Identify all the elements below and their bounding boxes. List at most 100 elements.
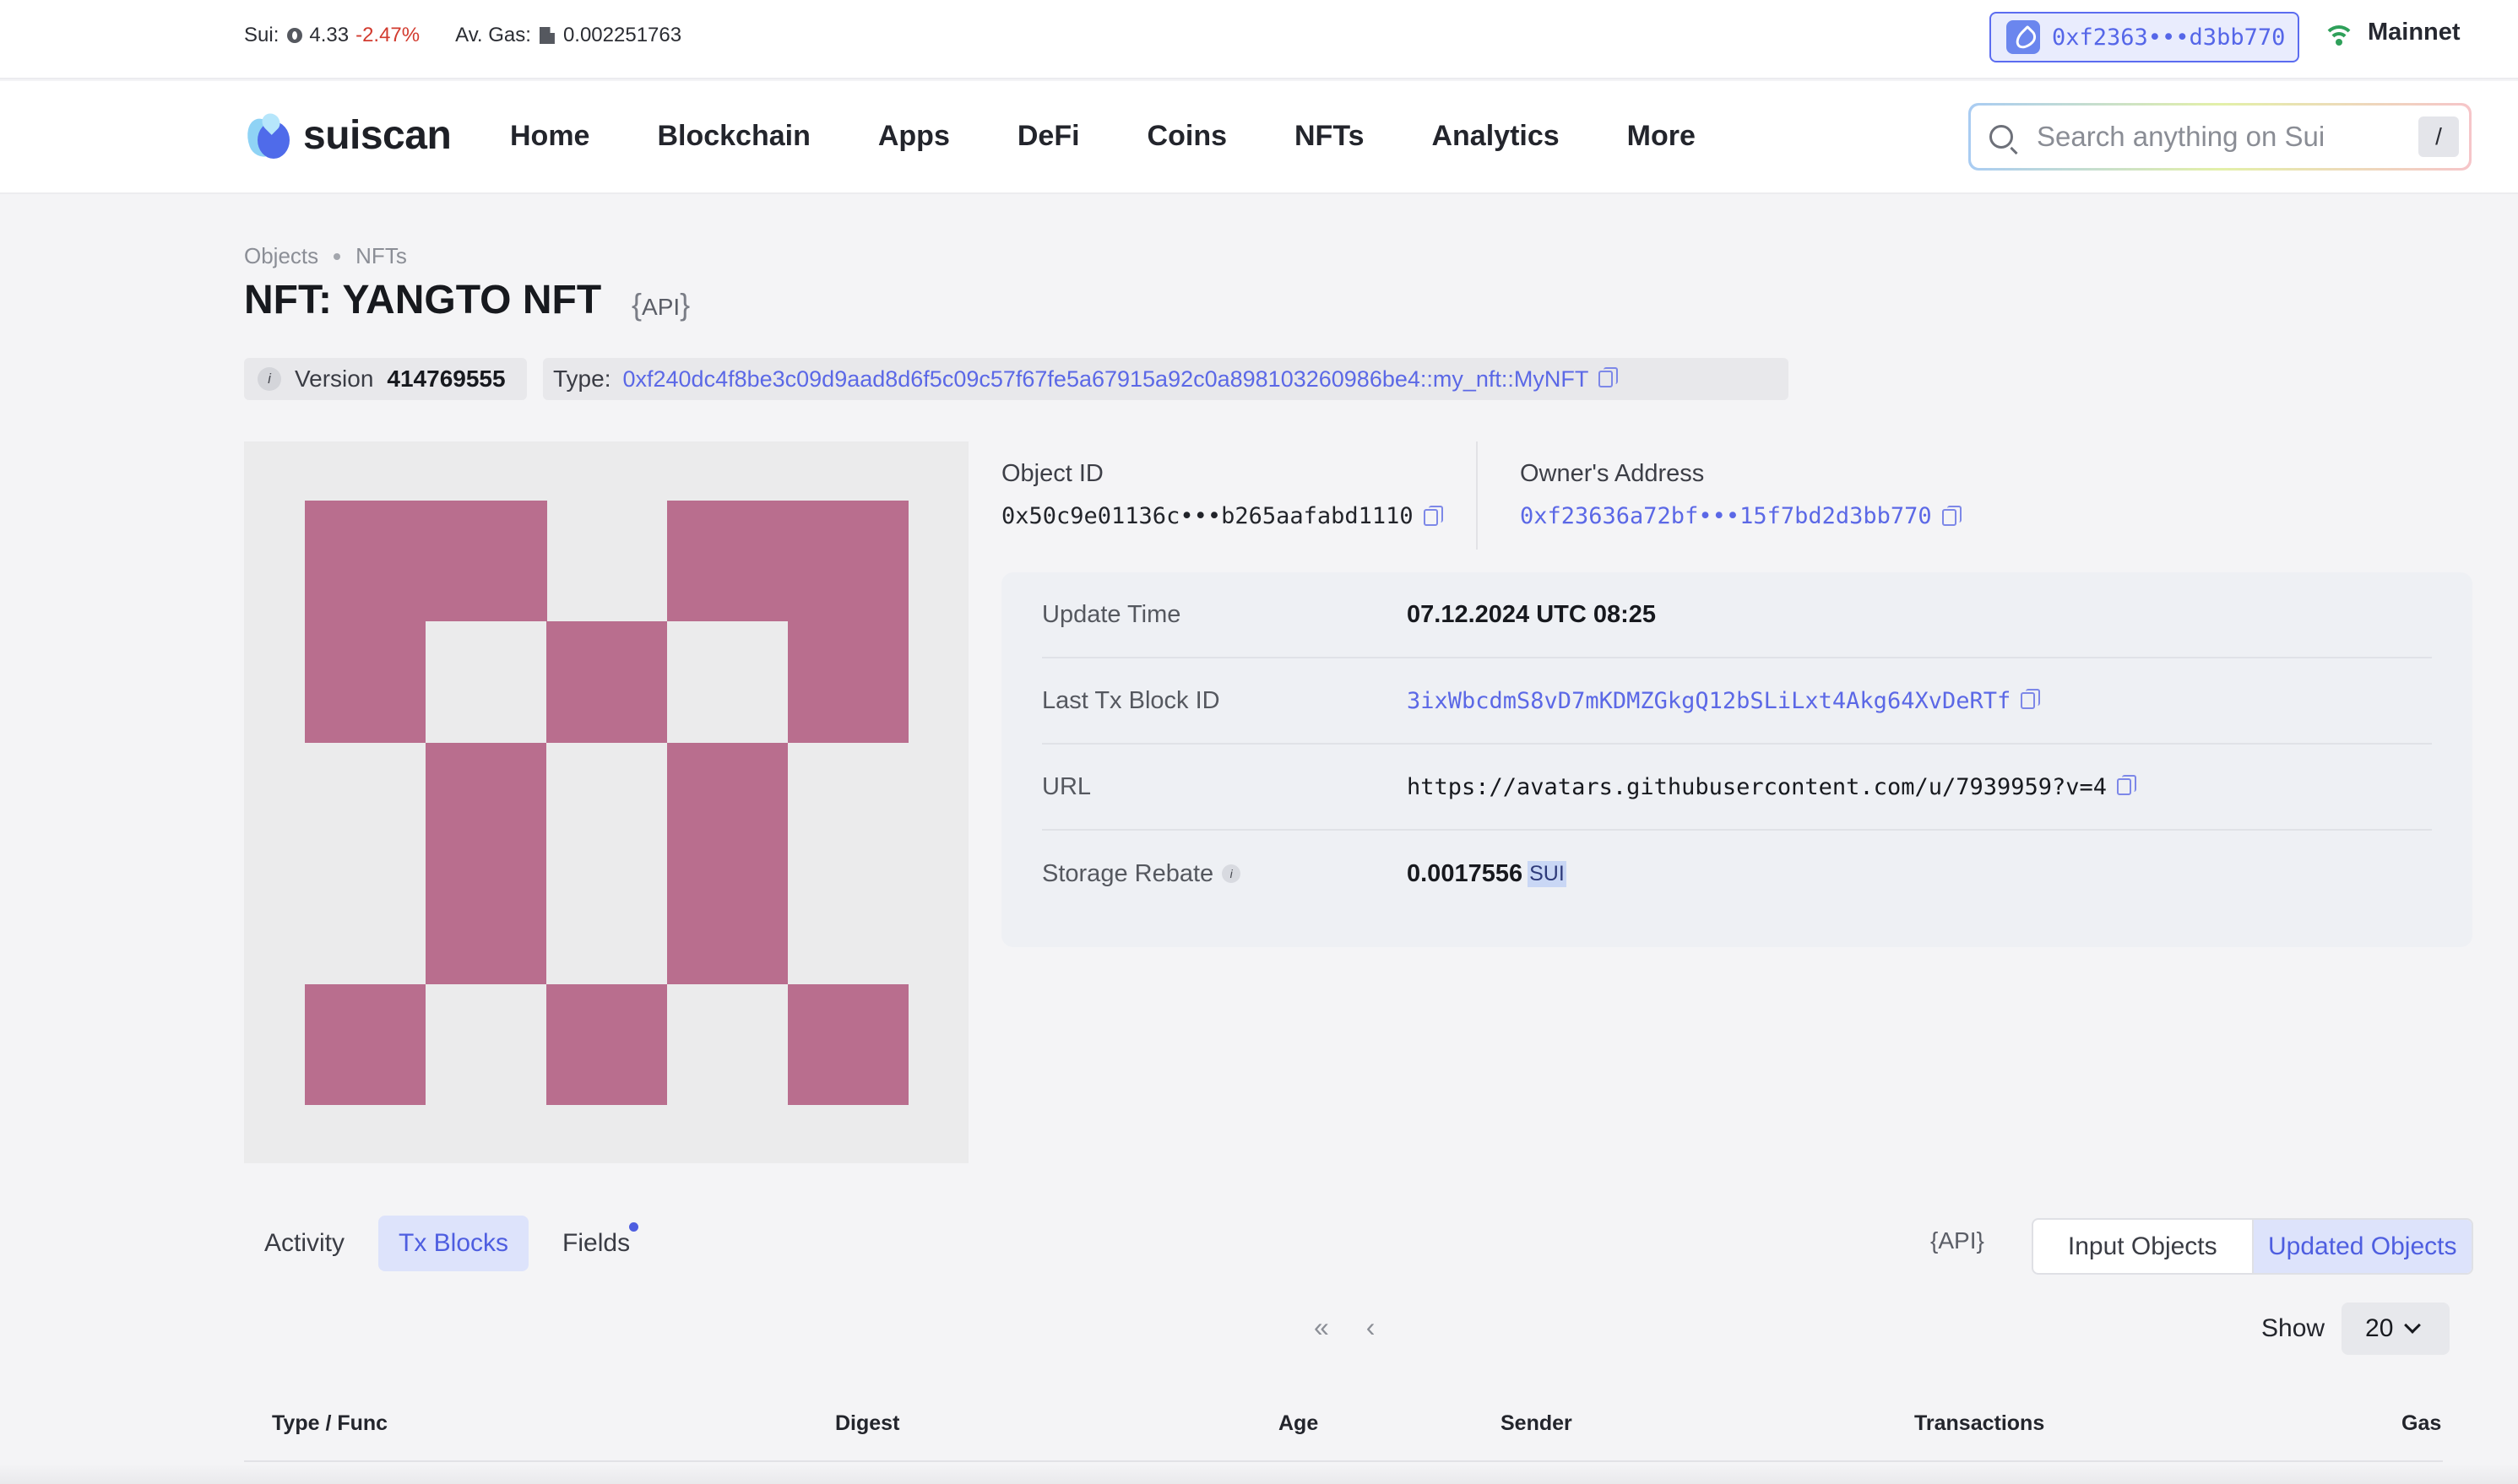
wallet-button[interactable]: 0xf2363•••d3bb770 [1989, 12, 2299, 62]
storage-rebate-unit: SUI [1528, 860, 1566, 887]
nav-analytics[interactable]: Analytics [1431, 120, 1559, 153]
type-chip: Type: 0xf240dc4f8be3c09d9aad8d6f5c09c57f… [543, 358, 1788, 400]
col-sender: Sender [1500, 1411, 1572, 1435]
top-ticker-bar: Sui: 4.33 -2.47% Av. Gas: 0.002251763 0x… [0, 0, 2518, 79]
owner-address-link[interactable]: 0xf23636a72bf•••15f7bd2d3bb770 [1520, 503, 1932, 529]
col-transactions: Transactions [1914, 1411, 2045, 1435]
sui-price-value: 4.33 [309, 24, 350, 46]
sui-price-label: Sui: [244, 24, 279, 46]
object-filter-toggle: Input Objects Updated Objects [2032, 1218, 2473, 1275]
breadcrumb: Objects NFTs [244, 243, 407, 269]
storage-rebate-amount: 0.0017556 [1407, 859, 1523, 887]
nav-nfts[interactable]: NFTs [1294, 120, 1364, 153]
table-body-edge [0, 1464, 2518, 1484]
detail-row: Storage Rebate i 0.0017556 SUI [1042, 831, 2432, 917]
version-chip: i Version 414769555 [244, 358, 527, 400]
owner-label: Owner's Address [1520, 460, 1705, 487]
first-page-icon[interactable]: « [1314, 1312, 1329, 1343]
page-title: NFT: YANGTO NFT [244, 278, 602, 322]
copy-icon[interactable] [2021, 689, 2041, 709]
update-time-label: Update Time [1042, 600, 1181, 628]
nav-defi[interactable]: DeFi [1018, 120, 1080, 153]
copy-icon[interactable] [2117, 775, 2137, 795]
nav-blockchain[interactable]: Blockchain [657, 120, 810, 153]
notification-dot [629, 1222, 639, 1232]
nav-home[interactable]: Home [510, 120, 589, 153]
breadcrumb-nfts[interactable]: NFTs [355, 243, 407, 269]
pagination: « ‹ [1314, 1312, 1412, 1343]
last-tx-value: 3ixWbcdmS8vD7mKDMZGkgQ12bSLiLxt4Akg64XvD… [1407, 688, 2041, 714]
version-value: 414769555 [387, 366, 506, 392]
url-label: URL [1042, 772, 1092, 800]
search-input[interactable] [2037, 121, 2408, 153]
page-size-control: Show 20 [2261, 1303, 2450, 1355]
info-icon[interactable]: i [1222, 864, 1241, 883]
detail-row: URL https://avatars.githubusercontent.co… [1042, 745, 2432, 831]
page-size-select[interactable]: 20 [2342, 1303, 2450, 1355]
col-age: Age [1278, 1411, 1319, 1435]
wallet-address: 0xf2363•••d3bb770 [2052, 24, 2286, 51]
update-time-text: 07.12.2024 UTC 08:25 [1407, 600, 1657, 628]
url-value: https://avatars.githubusercontent.com/u/… [1407, 774, 2137, 800]
owner-address: 0xf23636a72bf•••15f7bd2d3bb770 [1520, 503, 1962, 529]
divider [1476, 441, 1478, 550]
network-label: Mainnet [2368, 19, 2461, 46]
api-link-tx-label: API [1938, 1227, 1977, 1254]
market-ticker: Sui: 4.33 -2.47% Av. Gas: 0.002251763 [244, 24, 681, 47]
tab-fields[interactable]: Fields [542, 1216, 650, 1271]
copy-icon[interactable] [1423, 505, 1443, 526]
input-objects-button[interactable]: Input Objects [2033, 1220, 2254, 1273]
breadcrumb-objects[interactable]: Objects [244, 243, 318, 269]
owner-block: Owner's Address 0xf23636a72bf•••15f7bd2d… [1520, 460, 1962, 529]
col-gas: Gas [2401, 1411, 2442, 1435]
sui-coin-icon [287, 28, 303, 43]
updated-objects-button[interactable]: Updated Objects [2253, 1220, 2472, 1273]
update-time-value: 07.12.2024 UTC 08:25 [1407, 601, 1656, 629]
main-navbar: suiscan Home Blockchain Apps DeFi Coins … [0, 81, 2518, 194]
search-box: / [1968, 103, 2472, 171]
nft-image [244, 441, 969, 1163]
detail-row: Update Time 07.12.2024 UTC 08:25 [1042, 572, 2432, 658]
copy-icon[interactable] [1598, 367, 1619, 387]
last-tx-label: Last Tx Block ID [1042, 686, 1220, 714]
show-label: Show [2261, 1314, 2325, 1342]
detail-row: Last Tx Block ID 3ixWbcdmS8vD7mKDMZGkgQ1… [1042, 658, 2432, 745]
nav-apps[interactable]: Apps [878, 120, 950, 153]
api-link[interactable]: {API} [632, 287, 690, 322]
object-id-text: 0x50c9e01136c•••b265aafabd1110 [1001, 503, 1414, 529]
storage-rebate-text: Storage Rebate [1042, 859, 1214, 887]
col-type-func: Type / Func [272, 1411, 388, 1435]
brand-name: suiscan [303, 112, 452, 158]
storage-rebate-label: Storage Rebate i [1042, 860, 1407, 888]
copy-icon[interactable] [1941, 505, 1962, 526]
tab-tx-blocks[interactable]: Tx Blocks [378, 1216, 529, 1271]
gas-label: Av. Gas: [455, 24, 531, 46]
suiscan-logo-icon [241, 110, 295, 161]
col-digest: Digest [835, 1411, 900, 1435]
table-header: Type / Func Digest Age Sender Transactio… [244, 1393, 2443, 1462]
info-icon: i [258, 367, 281, 391]
suiscan-logo[interactable]: suiscan [241, 110, 452, 161]
storage-rebate-value: 0.0017556 SUI [1407, 860, 1566, 888]
gas-value: 0.002251763 [562, 24, 682, 46]
tab-activity[interactable]: Activity [244, 1216, 365, 1271]
prev-page-icon[interactable]: ‹ [1366, 1312, 1376, 1343]
network-selector[interactable]: Mainnet [2322, 19, 2461, 46]
type-label: Type: [553, 366, 611, 392]
last-tx-link[interactable]: 3ixWbcdmS8vD7mKDMZGkgQ12bSLiLxt4Akg64XvD… [1407, 688, 2011, 714]
gas-pump-icon [539, 27, 555, 44]
api-link-tx[interactable]: {API} [1930, 1227, 1984, 1254]
search-shortcut-key: / [2418, 116, 2459, 157]
type-link[interactable]: 0xf240dc4f8be3c09d9aad8d6f5c09c57f67fe5a… [622, 366, 1588, 393]
url-text[interactable]: https://avatars.githubusercontent.com/u/… [1407, 774, 2107, 800]
search-icon [1989, 125, 2013, 149]
nav-more[interactable]: More [1627, 120, 1696, 153]
sui-price-change: -2.47% [355, 24, 421, 46]
api-link-label: API [642, 294, 681, 320]
nav-coins[interactable]: Coins [1148, 120, 1227, 153]
chevron-down-icon [2404, 1317, 2422, 1334]
object-id-label: Object ID [1001, 460, 1104, 487]
page-size-value: 20 [2365, 1314, 2394, 1342]
details-card: Update Time 07.12.2024 UTC 08:25 Last Tx… [1001, 572, 2472, 947]
object-id-block: Object ID 0x50c9e01136c•••b265aafabd1110 [1001, 460, 1443, 529]
